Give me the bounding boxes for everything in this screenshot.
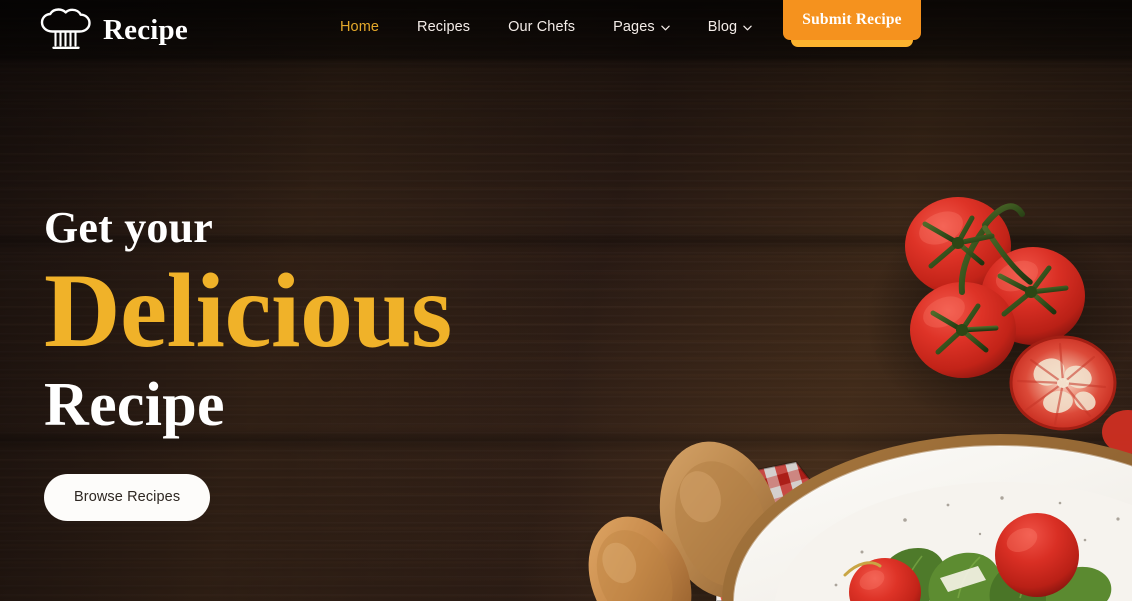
nav-label: Blog: [707, 19, 738, 35]
chevron-down-icon: [661, 23, 670, 31]
page-root: Recipe Home Recipes Our Chefs Pages Blog: [0, 0, 1132, 601]
hero-heading-line-3: Recipe: [44, 371, 225, 439]
nav-item-our-chefs[interactable]: Our Chefs: [489, 20, 594, 35]
hero-heading-line-2: Delicious: [44, 252, 452, 369]
nav-label: Our Chefs: [508, 19, 576, 35]
nav-item-recipes[interactable]: Recipes: [398, 20, 489, 35]
hero-content: Get your Delicious Recipe Browse Recipes: [44, 206, 564, 521]
nav-label: Pages: [613, 19, 655, 35]
nav-item-home[interactable]: Home: [321, 20, 398, 35]
browse-recipes-button[interactable]: Browse Recipes: [44, 474, 211, 521]
nav-label: Home: [339, 19, 380, 35]
nav-item-pages[interactable]: Pages: [594, 20, 689, 35]
submit-recipe-wrapper: Submit Recipe: [783, 0, 921, 48]
hero-heading-line-1: Get your: [44, 203, 214, 252]
submit-recipe-button[interactable]: Submit Recipe: [783, 0, 921, 40]
chevron-down-icon: [743, 23, 752, 31]
brand-name: Recipe: [103, 13, 188, 46]
chef-hat-icon: [40, 8, 92, 51]
nav-label: Recipes: [417, 19, 471, 35]
site-header: Recipe Home Recipes Our Chefs Pages Blog: [0, 0, 1132, 68]
nav-item-blog[interactable]: Blog: [689, 20, 771, 35]
brand-logo[interactable]: Recipe: [40, 8, 188, 51]
